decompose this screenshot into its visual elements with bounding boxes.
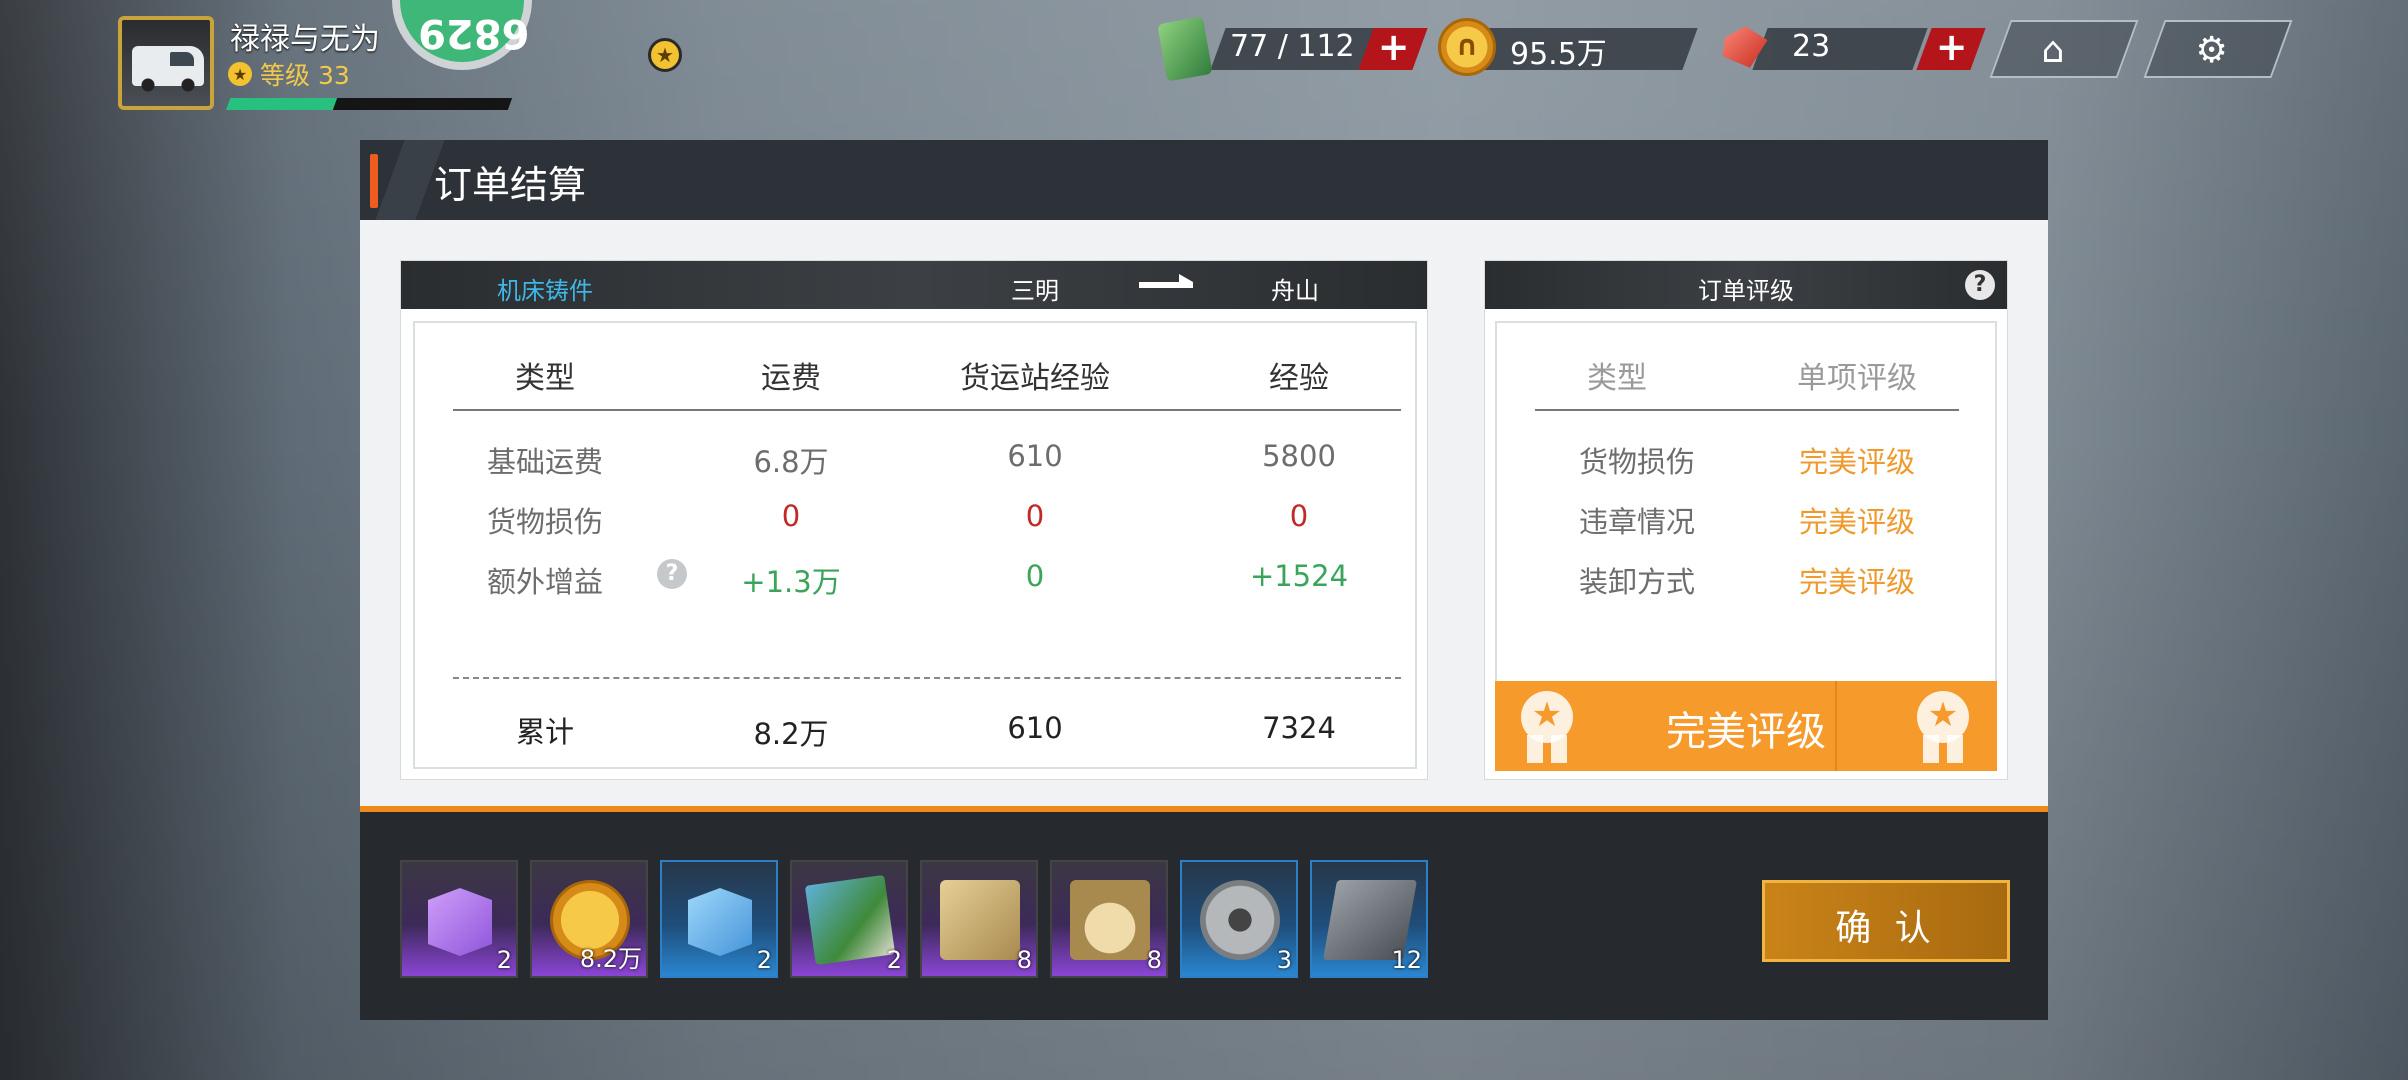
reward-item[interactable]: 8	[1050, 860, 1168, 978]
reward-item[interactable]: 8.2万	[530, 860, 648, 978]
rating-card: 订单评级 ? 类型 单项评级 货物损伤 完美评级 违章情况 完美评级 装卸方式 …	[1484, 260, 2008, 780]
order-card: 机床铸件 三明 舟山 类型 运费 货运站经验 经验 基础运费 6.8万 610 …	[400, 260, 1428, 780]
panel-header: 订单结算	[360, 140, 2048, 220]
xp-bar	[225, 98, 513, 110]
player-avatar[interactable]	[118, 16, 214, 110]
rating-row-value: 完美评级	[1798, 505, 1915, 539]
rating-col-type: 类型	[1587, 361, 1647, 396]
rating-divider	[1535, 409, 1959, 411]
rating-title: 订单评级	[1698, 277, 1794, 305]
col-header-exp: 经验	[1269, 361, 1329, 396]
row-station-exp: 0	[1025, 559, 1045, 593]
row-station-exp: 0	[1025, 499, 1045, 533]
header-accent	[370, 154, 378, 208]
fuel-icon	[1157, 16, 1213, 82]
row-label: 基础运费	[486, 445, 603, 479]
route-to: 舟山	[1271, 277, 1319, 305]
rating-row-label: 装卸方式	[1578, 565, 1695, 599]
map-icon	[804, 874, 896, 966]
rating-row-value: 完美评级	[1798, 445, 1915, 479]
player-level: ★ 等级 33	[228, 56, 350, 92]
add-gems-button[interactable]: +	[1916, 25, 1986, 70]
star-icon: ★	[228, 62, 252, 86]
row-fee: +1.3万	[741, 565, 841, 599]
shop-button[interactable]: ⌂	[1989, 20, 2139, 78]
gear-icon: ⚙	[2195, 30, 2228, 71]
reward-item[interactable]: 2	[790, 860, 908, 978]
total-divider	[453, 677, 1401, 679]
col-header-fee: 运费	[761, 361, 821, 396]
total-fee: 8.2万	[753, 717, 829, 751]
coin-icon: ∩	[1438, 18, 1496, 76]
row-exp: 0	[1289, 499, 1309, 533]
reward-count: 2	[496, 946, 512, 974]
medal-icon	[1911, 691, 1975, 763]
row-label: 货物损伤	[486, 505, 603, 539]
overall-rating-bar: 完美评级	[1495, 681, 1997, 771]
row-exp: 5800	[1262, 439, 1336, 473]
panel-title: 订单结算	[434, 163, 587, 207]
total-exp: 7324	[1262, 711, 1336, 745]
reward-count: 3	[1276, 946, 1292, 974]
order-card-header: 机床铸件 三明 舟山	[401, 261, 1427, 309]
route-arrow-icon	[1139, 274, 1193, 288]
rating-row-label: 货物损伤	[1578, 445, 1695, 479]
gems-value: 23	[1792, 29, 1831, 64]
total-station-exp: 610	[1007, 711, 1063, 745]
settings-button[interactable]: ⚙	[2143, 20, 2293, 78]
row-label: 额外增益	[486, 565, 603, 599]
player-name: 禄禄与无为	[230, 22, 380, 57]
reward-count: 8	[1016, 946, 1032, 974]
rating-card-header: 订单评级 ?	[1485, 261, 2007, 309]
add-fuel-button[interactable]: +	[1358, 25, 1428, 70]
row-exp: +1524	[1249, 559, 1349, 593]
row-station-exp: 610	[1007, 439, 1063, 473]
row-fee: 0	[781, 499, 801, 533]
rating-col-grade: 单项评级	[1797, 361, 1917, 396]
xp-bar-fill	[225, 98, 338, 110]
reward-item[interactable]: 8	[920, 860, 1038, 978]
cargo-name: 机床铸件	[497, 277, 593, 305]
confirm-button[interactable]: 确 认	[1762, 880, 2010, 962]
total-label: 累计	[515, 715, 574, 749]
player-level-label: 等级 33	[260, 61, 350, 90]
crate-icon	[940, 880, 1020, 960]
bonus-help-icon[interactable]: ?	[657, 559, 687, 589]
reward-item[interactable]: 2	[400, 860, 518, 978]
order-table: 类型 运费 货运站经验 经验 基础运费 6.8万 610 5800 货物损伤 0…	[413, 321, 1417, 769]
reward-count: 2	[886, 946, 902, 974]
panel-body: 机床铸件 三明 舟山 类型 运费 货运站经验 经验 基础运费 6.8万 610 …	[360, 220, 2048, 812]
blue-box-icon	[688, 888, 752, 956]
fuel-value: 77 / 112	[1230, 29, 1355, 64]
route-from: 三明	[1011, 277, 1059, 305]
order-settlement-panel: 订单结算 机床铸件 三明 舟山 类型 运费 货运站经验 经验 基础运费 6.8万…	[360, 140, 2048, 1020]
truck-icon	[132, 46, 204, 92]
reward-item[interactable]: 2	[660, 860, 778, 978]
row-fee: 6.8万	[753, 445, 829, 479]
header-divider	[453, 409, 1401, 411]
rating-row-value: 完美评级	[1798, 565, 1915, 599]
rating-row-label: 违章情况	[1578, 505, 1695, 539]
gauge-icon	[1070, 880, 1150, 960]
rating-help-icon[interactable]: ?	[1965, 270, 1995, 300]
gear-icon	[1200, 880, 1280, 960]
gems-bar	[1752, 28, 1928, 70]
purple-box-icon	[428, 888, 492, 956]
achievement-star-icon[interactable]: ★	[648, 38, 682, 72]
confirm-label: 确 认	[1835, 908, 1937, 949]
reward-item[interactable]: 12	[1310, 860, 1428, 978]
reward-count: 8.2万	[579, 945, 642, 973]
reward-count: 8	[1146, 946, 1162, 974]
coins-value: 95.5万	[1510, 37, 1607, 72]
reward-item[interactable]: 3	[1180, 860, 1298, 978]
shop-icon: ⌂	[2041, 30, 2065, 71]
col-header-station-exp: 货运站经验	[960, 361, 1110, 396]
reward-count: 2	[756, 946, 772, 974]
col-header-type: 类型	[515, 361, 575, 396]
reward-count: 12	[1391, 946, 1422, 974]
